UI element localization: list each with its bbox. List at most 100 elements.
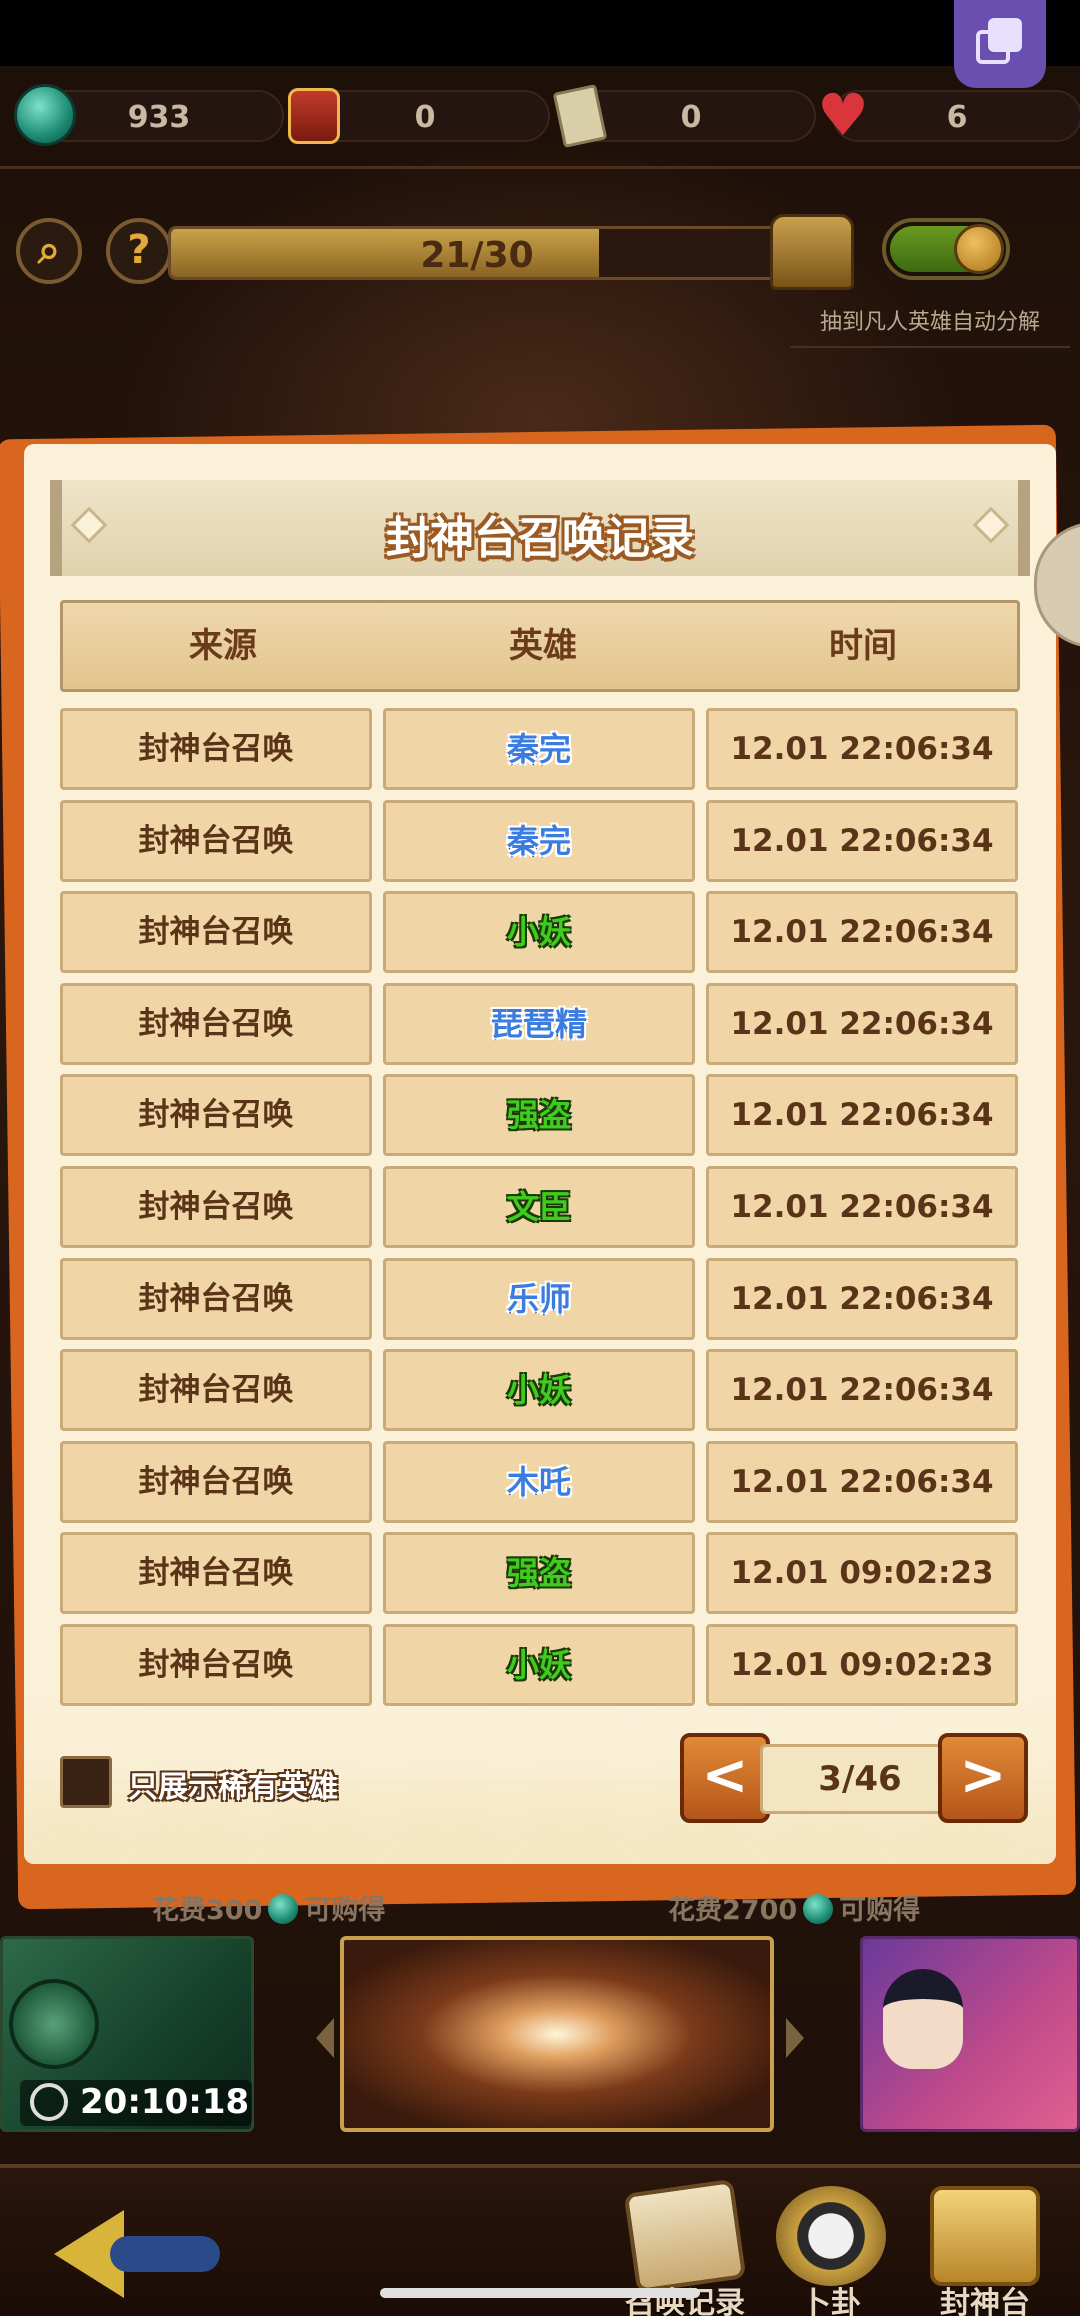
source-cell: 封神台召唤 (60, 1166, 372, 1248)
table-row: 封神台召唤 秦完 12.01 22:06:34 (60, 799, 1020, 882)
hero-name: 秦完 (506, 821, 571, 860)
hero-cell[interactable]: 强盗 (383, 1532, 695, 1615)
auto-decompose-toggle[interactable] (882, 218, 1010, 280)
bagua-icon (776, 2186, 886, 2286)
hero-cell[interactable]: 强盗 (383, 1074, 695, 1157)
source-cell: 封神台召唤 (60, 891, 372, 974)
column-header-hero: 英雄 (509, 626, 577, 666)
source-cell: 封神台召唤 (60, 1074, 372, 1157)
search-button[interactable]: ⌕ (16, 218, 82, 284)
next-page-button[interactable]: > (938, 1733, 1028, 1823)
hero-cell[interactable]: 文臣 (383, 1166, 695, 1248)
lotus-emblem-icon (9, 1979, 99, 2069)
right-cost-label: 花费2700 可购得 (668, 1888, 920, 1927)
hero-name: 强盗 (506, 1096, 571, 1135)
right-cost-suffix: 可购得 (839, 1895, 921, 1926)
jade-coin-counter[interactable]: 933 (14, 84, 284, 146)
hero-cell[interactable]: 小妖 (383, 1624, 695, 1706)
table-row: 封神台召唤 乐师 12.01 22:06:34 (60, 1257, 1020, 1340)
right-cost-amount: 花费2700 (668, 1895, 798, 1926)
time-cell: 12.01 22:06:34 (706, 1349, 1018, 1432)
scroll-left-icon[interactable] (316, 2018, 334, 2058)
hero-cell[interactable]: 乐师 (383, 1257, 695, 1340)
hero-cell[interactable]: 小妖 (383, 1349, 695, 1432)
countdown-timer: 20:10:18 (20, 2080, 252, 2126)
prev-page-button[interactable]: < (680, 1733, 770, 1823)
hero-cell[interactable]: 木吒 (383, 1440, 695, 1523)
hero-cell[interactable]: 琵琶精 (383, 982, 695, 1065)
help-button[interactable]: ? (106, 218, 172, 284)
column-header-source: 来源 (189, 626, 257, 666)
hero-name: 琵琶精 (490, 1004, 587, 1043)
table-row: 封神台召唤 强盗 12.01 09:02:23 (60, 1532, 1020, 1615)
left-cost-suffix: 可购得 (304, 1895, 386, 1926)
auto-decompose-label: 抽到凡人英雄自动分解 (790, 302, 1070, 348)
table-row: 封神台召唤 强盗 12.01 22:06:34 (60, 1074, 1020, 1157)
gift-box-counter[interactable]: 0 (288, 88, 550, 144)
hero-cell[interactable]: 小妖 (383, 891, 695, 974)
rare-only-label: 只展示稀有英雄 (128, 1770, 338, 1805)
source-cell: 封神台召唤 (60, 708, 372, 790)
time-cell: 12.01 09:02:23 (706, 1532, 1018, 1615)
resource-bar: 933 0 0 ♥ 6 (0, 84, 1080, 148)
gift-box-value: 0 (414, 100, 436, 135)
left-cost-label: 花费300 可购得 (152, 1888, 385, 1927)
hero-name: 文臣 (506, 1188, 571, 1226)
source-cell: 封神台召唤 (60, 1349, 372, 1432)
right-banner[interactable] (860, 1936, 1080, 2132)
hero-name: 乐师 (506, 1279, 571, 1318)
time-cell: 12.01 22:06:34 (706, 708, 1018, 790)
summon-progress-bar: 21/30 (168, 226, 786, 280)
column-header-time: 时间 (829, 626, 897, 666)
treasure-chest-icon[interactable] (770, 214, 854, 290)
time-cell: 12.01 22:06:34 (706, 1074, 1018, 1157)
nav-altar[interactable]: 封神台 (910, 2186, 1060, 2316)
time-cell: 12.01 22:06:34 (706, 1440, 1018, 1523)
table-row: 封神台召唤 木吒 12.01 22:06:34 (60, 1440, 1020, 1523)
hero-name: 小妖 (506, 913, 571, 952)
hero-name: 强盗 (506, 1554, 571, 1593)
table-row: 封神台召唤 秦完 12.01 22:06:34 (60, 708, 1020, 790)
window-stack-icon-outline (976, 30, 1010, 64)
nav-divination[interactable]: 卜卦 (756, 2186, 906, 2316)
table-row: 封神台召唤 琵琶精 12.01 22:06:34 (60, 982, 1020, 1065)
divider (0, 166, 1080, 178)
source-cell: 封神台召唤 (60, 1624, 372, 1706)
home-indicator (380, 2288, 700, 2298)
hero-name: 秦完 (506, 730, 571, 768)
source-cell: 封神台召唤 (60, 982, 372, 1065)
source-cell: 封神台召唤 (60, 1440, 372, 1523)
center-summon-portal[interactable] (340, 1936, 774, 2132)
hero-name: 小妖 (506, 1646, 571, 1684)
source-cell: 封神台召唤 (60, 1532, 372, 1615)
time-cell: 12.01 22:06:34 (706, 799, 1018, 882)
hearts-value: 6 (946, 100, 968, 135)
hero-cell[interactable]: 秦完 (383, 708, 695, 790)
time-cell: 12.01 22:06:34 (706, 891, 1018, 974)
hero-portrait-icon (883, 1969, 963, 2069)
talisman-card-value: 0 (680, 100, 702, 135)
page-indicator: 3/46 (760, 1744, 960, 1814)
table-header: 来源 英雄 时间 (60, 600, 1020, 692)
status-bar (0, 0, 1080, 66)
scroll-record-icon (623, 2178, 747, 2294)
jade-coin-icon (268, 1894, 299, 1924)
nav-altar-label: 封神台 (940, 2286, 1030, 2316)
multi-window-button[interactable] (954, 0, 1046, 88)
table-row: 封神台召唤 小妖 12.01 09:02:23 (60, 1624, 1020, 1706)
rare-only-checkbox[interactable] (60, 1756, 112, 1808)
time-cell: 12.01 22:06:34 (706, 1257, 1018, 1340)
question-icon: ? (127, 227, 151, 273)
nav-divination-label: 卜卦 (801, 2286, 861, 2316)
back-ribbon (110, 2236, 220, 2272)
modal-header: 封神台召唤记录 (50, 480, 1030, 576)
hero-cell[interactable]: 秦完 (383, 799, 695, 882)
table-row: 封神台召唤 文臣 12.01 22:06:34 (60, 1166, 1020, 1248)
hearts-counter[interactable]: ♥ 6 (817, 84, 1080, 146)
source-cell: 封神台召唤 (60, 799, 372, 882)
progress-text: 21/30 (420, 235, 534, 276)
source-cell: 封神台召唤 (60, 1257, 372, 1340)
talisman-card-counter[interactable]: 0 (552, 84, 816, 148)
search-icon: ⌕ (37, 227, 61, 273)
scroll-right-icon[interactable] (786, 2018, 804, 2058)
